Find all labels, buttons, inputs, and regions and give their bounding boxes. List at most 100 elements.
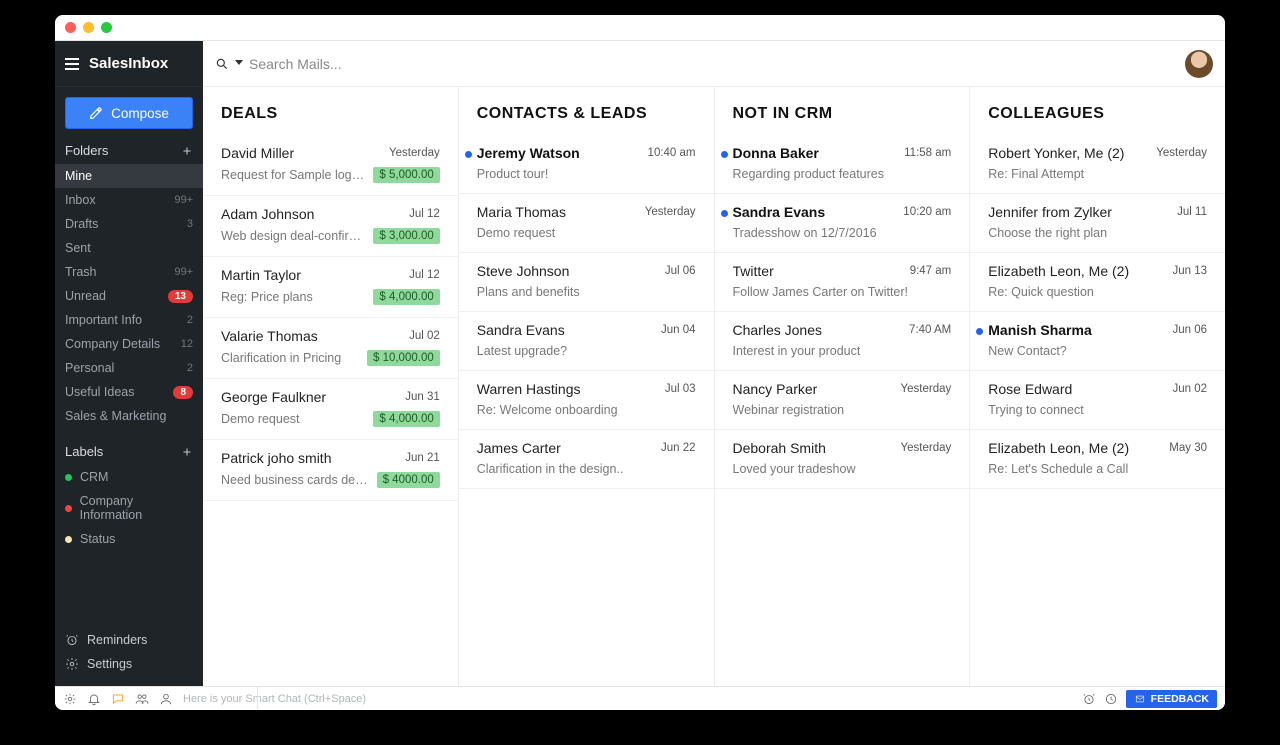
- mail-sender: Manish Sharma: [988, 322, 1091, 338]
- deal-amount-badge: $ 5,000.00: [373, 167, 439, 183]
- mail-sender: James Carter: [477, 440, 561, 456]
- avatar[interactable]: [1185, 50, 1213, 78]
- reminders-link[interactable]: Reminders: [65, 628, 193, 652]
- mail-item[interactable]: Maria ThomasYesterdayDemo request: [459, 194, 714, 253]
- alarm-icon[interactable]: [1082, 692, 1096, 706]
- sidebar-header: SalesInbox: [55, 41, 203, 87]
- add-folder-icon[interactable]: [181, 145, 193, 157]
- mail-time: 10:20 am: [903, 206, 951, 218]
- mail-subject: Re: Final Attempt: [988, 167, 1084, 181]
- folders-header[interactable]: Folders: [55, 137, 203, 164]
- labels-header[interactable]: Labels: [55, 438, 203, 465]
- mail-time: Yesterday: [389, 147, 440, 159]
- mail-time: 10:40 am: [648, 147, 696, 159]
- topbar: [203, 41, 1225, 87]
- folder-sent[interactable]: Sent: [55, 236, 203, 260]
- folder-useful-ideas[interactable]: Useful Ideas8: [55, 380, 203, 404]
- labels-list: CRM Company Information Status: [55, 465, 203, 551]
- mail-item[interactable]: Jeremy Watson10:40 amProduct tour!: [459, 135, 714, 194]
- mail-sender: Jennifer from Zylker: [988, 204, 1112, 220]
- mail-item[interactable]: Elizabeth Leon, Me (2)May 30Re: Let's Sc…: [970, 430, 1225, 489]
- deal-amount-badge: $ 4000.00: [377, 472, 440, 488]
- contacts-icon[interactable]: [135, 692, 149, 706]
- unread-dot-icon: [976, 328, 983, 335]
- mail-item[interactable]: Sandra EvansJun 04Latest upgrade?: [459, 312, 714, 371]
- folder-mine[interactable]: Mine: [55, 164, 203, 188]
- unread-dot-icon: [465, 151, 472, 158]
- folder-company-details[interactable]: Company Details12: [55, 332, 203, 356]
- window-close-icon[interactable]: [65, 22, 76, 33]
- folder-personal[interactable]: Personal2: [55, 356, 203, 380]
- mail-subject: Tradesshow on 12/7/2016: [733, 226, 877, 240]
- column-title: COLLEAGUES: [970, 87, 1225, 135]
- mail-item[interactable]: Sandra Evans 10:20 am Tradesshow on 12/7/2…: [715, 194, 970, 253]
- label-status[interactable]: Status: [55, 527, 203, 551]
- app-window: SalesInbox Compose Folders MineInbox99+D…: [55, 15, 1225, 710]
- mail-item[interactable]: Warren HastingsJul 03Re: Welcome onboard…: [459, 371, 714, 430]
- label-color-dot: [65, 474, 72, 481]
- settings-link[interactable]: Settings: [65, 652, 193, 676]
- folder-important-info[interactable]: Important Info2: [55, 308, 203, 332]
- bell-icon[interactable]: [87, 692, 101, 706]
- mail-item[interactable]: Adam JohnsonJul 12Web design deal-confir…: [203, 196, 458, 257]
- mail-sender: Nancy Parker: [733, 381, 818, 397]
- mail-subject: Clarification in the design..: [477, 462, 624, 476]
- mail-item[interactable]: Elizabeth Leon, Me (2)Jun 13Re: Quick qu…: [970, 253, 1225, 312]
- compose-button[interactable]: Compose: [65, 97, 193, 129]
- mail-item[interactable]: James CarterJun 22Clarification in the d…: [459, 430, 714, 489]
- mail-item[interactable]: Charles Jones7:40 AMInterest in your pro…: [715, 312, 970, 371]
- search-input[interactable]: [249, 56, 1175, 72]
- label-crm[interactable]: CRM: [55, 465, 203, 489]
- mail-item[interactable]: Martin TaylorJul 12Reg: Price plans$ 4,0…: [203, 257, 458, 318]
- mail-list: Robert Yonker, Me (2)YesterdayRe: Final …: [970, 135, 1225, 489]
- mail-item[interactable]: George FaulknerJun 31Demo request$ 4,000…: [203, 379, 458, 440]
- mail-item[interactable]: Valarie ThomasJul 02Clarification in Pri…: [203, 318, 458, 379]
- mail-item[interactable]: Jennifer from ZylkerJul 11Choose the rig…: [970, 194, 1225, 253]
- person-icon[interactable]: [159, 692, 173, 706]
- chat-icon[interactable]: [111, 692, 125, 706]
- folder-drafts[interactable]: Drafts3: [55, 212, 203, 236]
- mail-time: Jul 12: [409, 269, 440, 281]
- mail-subject: Latest upgrade?: [477, 344, 567, 358]
- clock-icon[interactable]: [1104, 692, 1118, 706]
- window-zoom-icon[interactable]: [101, 22, 112, 33]
- add-label-icon[interactable]: [181, 446, 193, 458]
- label-color-dot: [65, 536, 72, 543]
- folder-unread[interactable]: Unread13: [55, 284, 203, 308]
- mail-subject: Choose the right plan: [988, 226, 1107, 240]
- folder-sales-marketing[interactable]: Sales & Marketing: [55, 404, 203, 428]
- search[interactable]: [215, 56, 1175, 72]
- mail-item[interactable]: David MillerYesterdayRequest for Sample …: [203, 135, 458, 196]
- window-minimize-icon[interactable]: [83, 22, 94, 33]
- folder-name: Inbox: [65, 193, 96, 207]
- mail-item[interactable]: Donna Baker11:58 amRegarding product fea…: [715, 135, 970, 194]
- mail-item[interactable]: Robert Yonker, Me (2)YesterdayRe: Final …: [970, 135, 1225, 194]
- folder-inbox[interactable]: Inbox99+: [55, 188, 203, 212]
- folder-trash[interactable]: Trash99+: [55, 260, 203, 284]
- label-company-information[interactable]: Company Information: [55, 489, 203, 527]
- mail-item[interactable]: Patrick joho smithJun 21Need business ca…: [203, 440, 458, 501]
- mail-time: Jun 13: [1172, 265, 1207, 277]
- mail-sender: Adam Johnson: [221, 206, 314, 222]
- mail-list: Donna Baker11:58 amRegarding product fea…: [715, 135, 970, 489]
- mail-item[interactable]: Manish SharmaJun 06New Contact?: [970, 312, 1225, 371]
- mail-item[interactable]: Deborah SmithYesterdayLoved your tradesh…: [715, 430, 970, 489]
- mail-item[interactable]: Rose EdwardJun 02Trying to connect: [970, 371, 1225, 430]
- gear-icon[interactable]: [63, 692, 77, 706]
- mail-item[interactable]: Steve JohnsonJul 06Plans and benefits: [459, 253, 714, 312]
- mail-time: 9:47 am: [910, 265, 952, 277]
- mail-time: Jun 02: [1172, 383, 1207, 395]
- label-name: CRM: [80, 470, 108, 484]
- mail-sender: Sandra Evans: [733, 204, 826, 220]
- sidebar-bottom: Reminders Settings: [55, 620, 203, 686]
- label-name: Company Information: [80, 494, 193, 522]
- mail-sender: David Miller: [221, 145, 294, 161]
- mail-item[interactable]: Twitter9:47 amFollow James Carter on Twi…: [715, 253, 970, 312]
- folder-name: Useful Ideas: [65, 385, 134, 399]
- search-scope-caret-icon[interactable]: [235, 60, 243, 68]
- feedback-button[interactable]: FEEDBACK: [1126, 690, 1217, 708]
- sidebar: SalesInbox Compose Folders MineInbox99+D…: [55, 41, 203, 686]
- hamburger-icon[interactable]: [65, 58, 79, 70]
- mail-item[interactable]: Nancy ParkerYesterdayWebinar registratio…: [715, 371, 970, 430]
- folder-count: 3: [187, 218, 193, 230]
